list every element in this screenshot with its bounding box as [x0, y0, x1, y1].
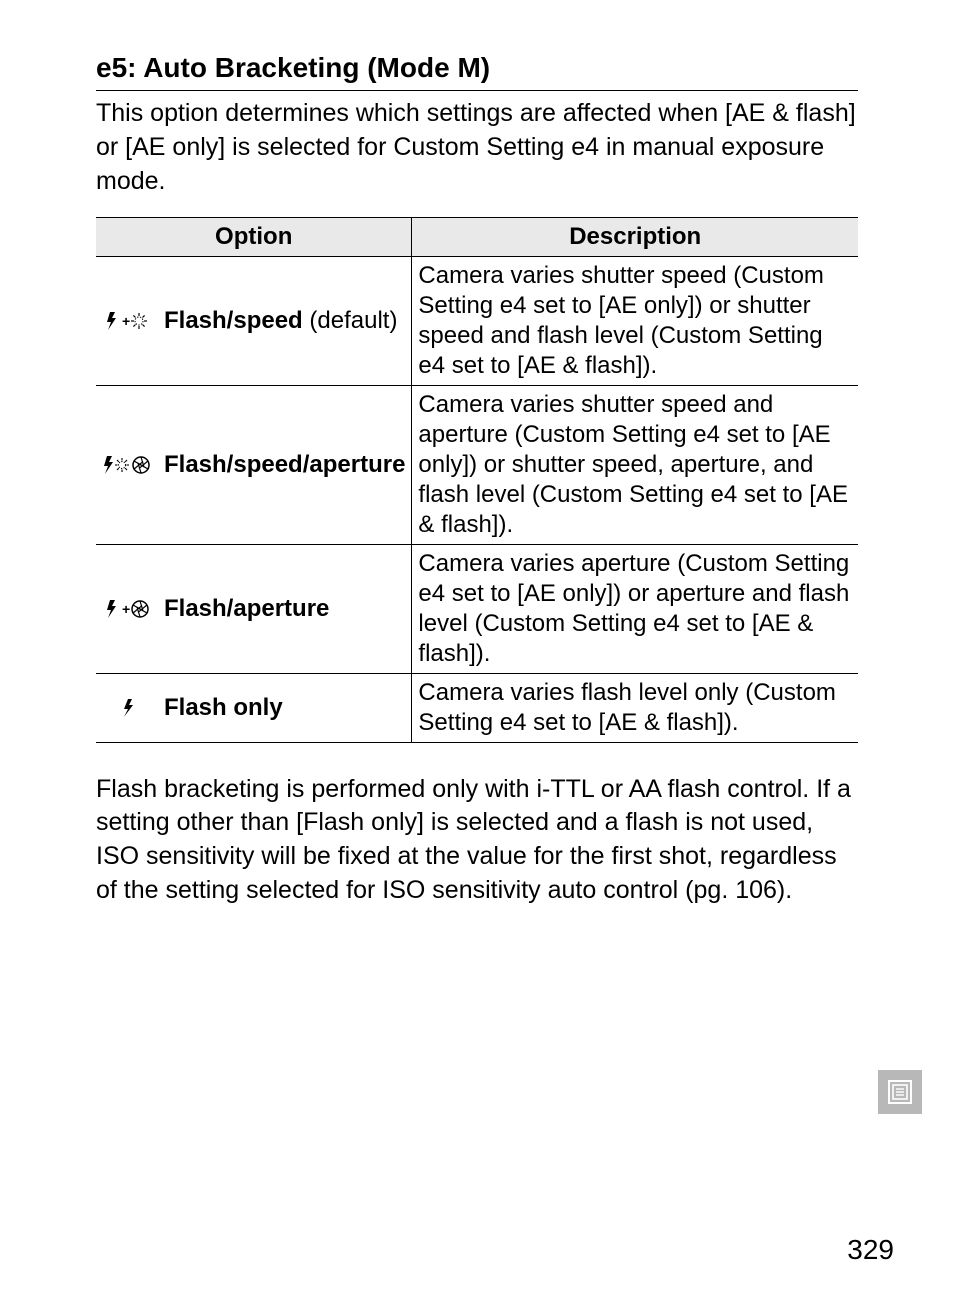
option-sub: (default) [309, 307, 397, 334]
table-row: Flash/speed/aperture Camera varies shutt… [96, 385, 858, 544]
option-main: Flash/speed/aperture [164, 451, 405, 478]
option-icon-flash-plus-speed: + [96, 256, 158, 385]
header-description: Description [412, 217, 858, 256]
option-icon-flash-plus-aperture: + [96, 544, 158, 673]
menu-section-icon [878, 1070, 922, 1114]
option-label: Flash/aperture [158, 544, 412, 673]
option-description: Camera varies shutter speed and aperture… [412, 385, 858, 544]
option-description: Camera varies flash level only (Custom S… [412, 673, 858, 742]
option-label: Flash/speed (default) [158, 256, 412, 385]
table-row: + Flash/speed [96, 256, 858, 385]
options-table: Option Description + [96, 217, 858, 743]
option-main: Flash/aperture [164, 595, 329, 622]
option-icon-flash-speed-aperture [96, 385, 158, 544]
table-row: Flash only Camera varies flash level onl… [96, 673, 858, 742]
option-main: Flash only [164, 694, 283, 721]
manual-page: e5: Auto Bracketing (Mode M) This option… [0, 0, 954, 1314]
svg-text:+: + [122, 601, 130, 617]
page-number: 329 [847, 1234, 894, 1266]
option-description: Camera varies aperture (Custom Setting e… [412, 544, 858, 673]
option-icon-flash-only [96, 673, 158, 742]
section-heading: e5: Auto Bracketing (Mode M) [96, 50, 858, 86]
table-row: + Flash/aperture Camera varies aperture [96, 544, 858, 673]
note-paragraph: Flash bracketing is performed only with … [96, 773, 858, 908]
svg-text:+: + [122, 313, 130, 329]
table-header-row: Option Description [96, 217, 858, 256]
intro-paragraph: This option determines which settings ar… [96, 97, 858, 198]
header-option: Option [96, 217, 412, 256]
heading-rule [96, 90, 858, 91]
option-label: Flash/speed/aperture [158, 385, 412, 544]
option-main: Flash/speed [164, 307, 303, 334]
option-label: Flash only [158, 673, 412, 742]
option-description: Camera varies shutter speed (Custom Sett… [412, 256, 858, 385]
